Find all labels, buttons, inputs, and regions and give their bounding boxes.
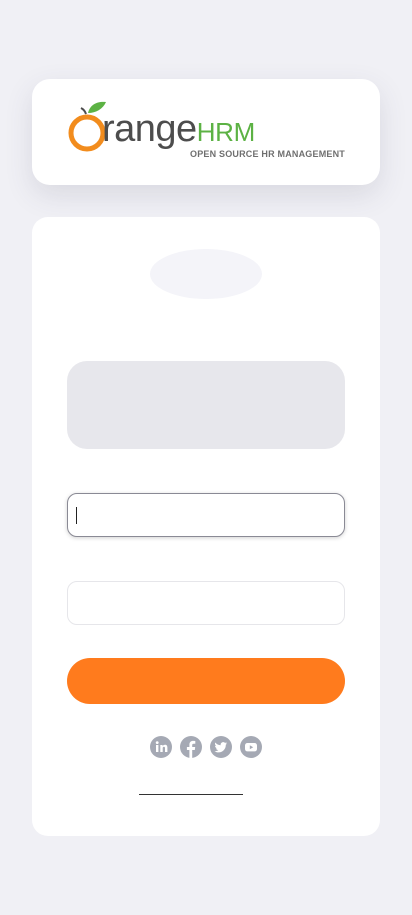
avatar-placeholder — [150, 249, 262, 299]
youtube-icon[interactable] — [240, 736, 262, 758]
logo-hrm: HRM — [196, 117, 256, 147]
password-input[interactable] — [67, 581, 345, 625]
login-button[interactable] — [67, 658, 345, 704]
login-card — [32, 217, 380, 836]
logo-card: rangeHRM OPEN SOURCE HR MANAGEMENT — [32, 79, 380, 185]
social-links — [150, 736, 262, 758]
logo-wordmark: range — [102, 108, 197, 150]
facebook-icon[interactable] — [180, 736, 202, 758]
footer-link-underline — [139, 794, 243, 795]
orangehrm-logo: rangeHRM OPEN SOURCE HR MANAGEMENT — [68, 101, 348, 163]
text-caret — [76, 507, 77, 524]
username-input[interactable] — [67, 493, 345, 537]
twitter-icon[interactable] — [210, 736, 232, 758]
logo-tagline: OPEN SOURCE HR MANAGEMENT — [190, 149, 346, 159]
title-placeholder — [67, 361, 345, 449]
linkedin-icon[interactable] — [150, 736, 172, 758]
